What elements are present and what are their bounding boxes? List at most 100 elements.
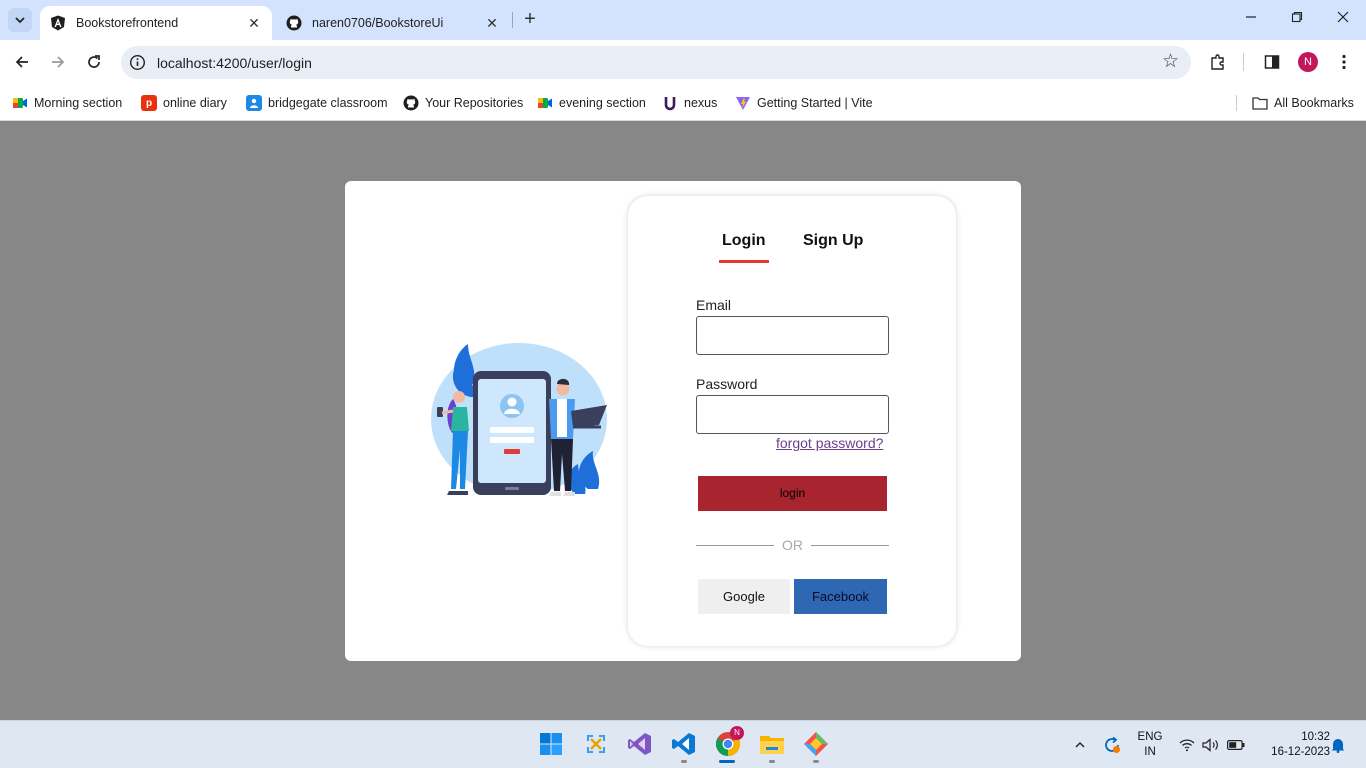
google-meet-icon: [537, 95, 553, 111]
bookmark-label: nexus: [684, 96, 718, 110]
restore-button[interactable]: [1287, 10, 1307, 30]
language-indicator[interactable]: ENG IN: [1134, 730, 1166, 760]
bookmark-label: Morning section: [34, 96, 123, 110]
running-indicator: [681, 760, 687, 763]
bookmark-morning-section[interactable]: Morning section: [12, 92, 122, 114]
clock-time: 10:32: [1301, 731, 1330, 743]
tab-login[interactable]: Login: [722, 232, 766, 250]
close-window-button[interactable]: [1333, 10, 1353, 30]
close-tab-icon[interactable]: ✕: [484, 15, 500, 31]
bookmark-star-icon[interactable]: ☆: [1162, 52, 1179, 72]
region-code: IN: [1144, 746, 1156, 758]
auth-tabs: Login Sign Up: [718, 232, 878, 264]
password-input[interactable]: [696, 395, 889, 434]
chevron-down-icon: [15, 17, 25, 24]
extensions-button[interactable]: [1208, 52, 1228, 72]
site-info-icon[interactable]: [129, 54, 146, 71]
folder-icon: [1252, 95, 1268, 111]
pocket-icon: p: [141, 95, 157, 111]
divider-line-left: [696, 545, 774, 546]
profile-avatar[interactable]: N: [1298, 52, 1318, 72]
github-icon: [286, 15, 302, 31]
or-divider: OR: [696, 536, 889, 554]
windows-taskbar: N ENG IN 10:32 16-12-2023: [0, 720, 1366, 768]
address-bar[interactable]: localhost:4200/user/login ☆: [121, 46, 1191, 79]
tab-title: Bookstorefrontend: [76, 16, 179, 30]
git-icon[interactable]: [802, 730, 830, 758]
divider-line-right: [811, 545, 889, 546]
show-hidden-icons-button[interactable]: [1070, 721, 1090, 768]
arrow-left-icon: [15, 56, 28, 68]
page-viewport: Login Sign Up Email Password forgot pass…: [0, 121, 1366, 720]
bookmark-label: Your Repositories: [425, 96, 524, 110]
url-text[interactable]: localhost:4200/user/login: [157, 55, 312, 71]
kebab-menu-icon: [1342, 54, 1346, 70]
forgot-password-link[interactable]: forgot password?: [776, 435, 883, 451]
bookmark-evening-section[interactable]: evening section: [537, 92, 646, 114]
classroom-icon: [246, 95, 262, 111]
clock-date: 16-12-2023: [1271, 746, 1330, 758]
volume-icon[interactable]: [1201, 721, 1221, 768]
forward-button[interactable]: [46, 50, 70, 74]
arrow-right-icon: [52, 56, 65, 68]
notifications-icon[interactable]: [1328, 721, 1348, 768]
tab-signup[interactable]: Sign Up: [803, 232, 863, 250]
bookmarks-divider: [1236, 95, 1237, 111]
bookmark-your-repositories[interactable]: Your Repositories: [403, 92, 523, 114]
chrome-icon[interactable]: N: [714, 726, 744, 758]
close-icon: [1337, 11, 1349, 23]
google-login-button[interactable]: Google: [698, 579, 790, 614]
visual-studio-icon[interactable]: [626, 730, 654, 758]
auth-container: Login Sign Up Email Password forgot pass…: [345, 181, 1021, 661]
tab-github-bookstoreui[interactable]: naren0706/BookstoreUi ✕: [276, 6, 510, 40]
github-icon: [403, 95, 419, 111]
side-panel-button[interactable]: [1262, 52, 1282, 72]
chrome-profile-badge: N: [730, 726, 744, 740]
browser-toolbar: localhost:4200/user/login ☆ N: [0, 40, 1366, 85]
running-indicator: [769, 760, 775, 763]
battery-icon[interactable]: [1226, 721, 1246, 768]
windows-start-icon[interactable]: [537, 730, 565, 758]
email-input[interactable]: [696, 316, 889, 355]
vscode-icon[interactable]: [670, 730, 698, 758]
bookmark-label: evening section: [559, 96, 646, 110]
facebook-login-button[interactable]: Facebook: [794, 579, 887, 614]
close-tab-icon[interactable]: ✕: [246, 15, 262, 31]
reload-icon: [88, 55, 100, 68]
login-button[interactable]: login: [698, 476, 887, 511]
system-clock[interactable]: 10:32 16-12-2023: [1254, 730, 1330, 760]
bookmark-vite[interactable]: Getting Started | Vite: [735, 92, 873, 114]
new-tab-button[interactable]: +: [519, 9, 541, 31]
bookmark-label: online diary: [163, 96, 227, 110]
password-label: Password: [696, 376, 758, 392]
browser-menu-button[interactable]: [1334, 52, 1354, 72]
vite-icon: [735, 95, 751, 111]
language-code: ENG: [1137, 731, 1163, 743]
reload-button[interactable]: [82, 50, 106, 74]
login-illustration: [431, 343, 607, 496]
tab-separator: [512, 12, 513, 28]
bookmark-label: Getting Started | Vite: [757, 96, 873, 110]
minimize-button[interactable]: [1241, 10, 1261, 30]
or-text: OR: [782, 537, 803, 553]
angular-icon: [50, 15, 66, 31]
tab-search-button[interactable]: [8, 8, 32, 32]
bookmark-nexus[interactable]: nexus: [662, 92, 717, 114]
sync-icon[interactable]: [1100, 721, 1124, 768]
email-label: Email: [696, 297, 732, 313]
tab-bookstorefrontend[interactable]: Bookstorefrontend ✕: [40, 6, 272, 40]
bookmark-online-diary[interactable]: p online diary: [141, 92, 227, 114]
bookmark-bridgegate-classroom[interactable]: bridgegate classroom: [246, 92, 388, 114]
wifi-icon[interactable]: [1178, 721, 1196, 768]
restore-icon: [1291, 11, 1303, 23]
bookmarks-bar: Morning section p online diary bridgegat…: [0, 85, 1366, 121]
all-bookmarks-button[interactable]: All Bookmarks: [1252, 92, 1354, 114]
back-button[interactable]: [10, 50, 34, 74]
login-card: Login Sign Up Email Password forgot pass…: [628, 196, 956, 646]
file-explorer-icon[interactable]: [758, 730, 786, 758]
toolbar-divider: [1243, 53, 1244, 71]
snipping-tool-icon[interactable]: [582, 730, 610, 758]
google-meet-icon: [12, 95, 28, 111]
side-panel-icon: [1264, 55, 1280, 69]
active-app-indicator: [719, 760, 735, 763]
